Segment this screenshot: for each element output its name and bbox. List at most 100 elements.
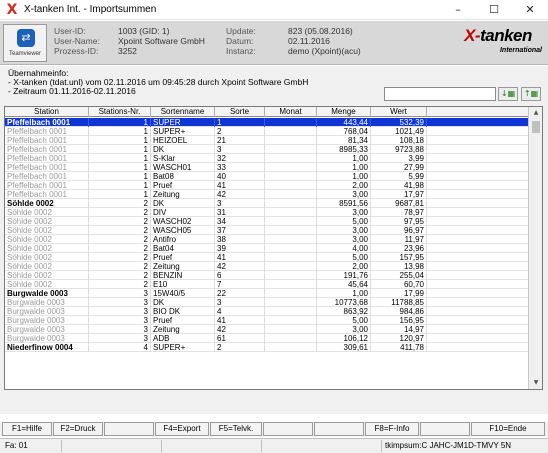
table-row[interactable]: Söhlde 0002 2 E10 7 45,64 60,70: [5, 280, 528, 289]
f7-empty-key: [314, 422, 364, 436]
table-row[interactable]: Burgwalde 0003 3 BIO DK 4 863,92 984,86: [5, 307, 528, 316]
cell-name: SUPER+: [151, 343, 215, 352]
cell-name: SUPER: [151, 118, 215, 127]
app-icon[interactable]: X: [4, 2, 20, 18]
date-value: 02.11.2016: [288, 36, 330, 46]
cell-station: Söhlde 0002: [5, 226, 89, 235]
scroll-thumb[interactable]: [532, 121, 540, 133]
status-empty-1: [62, 440, 162, 452]
search-input[interactable]: [384, 87, 496, 101]
cell-monat: [265, 280, 317, 289]
cell-sorte: 61: [215, 334, 265, 343]
f5-telvk-button[interactable]: F5=Telvk.: [210, 422, 262, 436]
scroll-down-icon[interactable]: ▼: [529, 377, 542, 389]
search-up-button[interactable]: ↑▦: [521, 87, 541, 101]
col-sorte[interactable]: Sorte: [215, 107, 265, 117]
instance-value: demo (Xpoint)(acu): [288, 46, 361, 56]
table-row[interactable]: Burgwalde 0003 3 ADB 61 106,12 120,97: [5, 334, 528, 343]
cell-nr: 1: [89, 145, 151, 154]
table-row[interactable]: Pfeffelbach 0001 1 SUPER+ 2 768,04 1021,49: [5, 127, 528, 136]
x-tanken-logo: X-tanken International: [452, 26, 544, 60]
f2-print-button[interactable]: F2=Druck: [53, 422, 103, 436]
col-station[interactable]: Station: [5, 107, 89, 117]
scroll-up-icon[interactable]: ▲: [529, 107, 542, 119]
maximize-button[interactable]: ☐: [476, 0, 512, 20]
cell-nr: 1: [89, 190, 151, 199]
cell-menge: 3,00: [317, 190, 371, 199]
cell-menge: 1,00: [317, 172, 371, 181]
cell-menge: 443,44: [317, 118, 371, 127]
col-sortenname[interactable]: Sortenname: [151, 107, 215, 117]
cell-nr: 3: [89, 298, 151, 307]
f10-exit-button[interactable]: F10=Ende: [471, 422, 545, 436]
table-row[interactable]: Pfeffelbach 0001 1 S-Klar 32 1,00 3,99: [5, 154, 528, 163]
cell-wert: 411,78: [371, 343, 427, 352]
cell-wert: 78,97: [371, 208, 427, 217]
close-button[interactable]: ✕: [512, 0, 548, 20]
cell-menge: 863,92: [317, 307, 371, 316]
cell-station: Burgwalde 0003: [5, 325, 89, 334]
cell-sorte: 1: [215, 118, 265, 127]
table-row[interactable]: Pfeffelbach 0001 1 HEIZOEL 21 81,34 108,18: [5, 136, 528, 145]
cell-station: Pfeffelbach 0001: [5, 136, 89, 145]
cell-sorte: 41: [215, 253, 265, 262]
cell-wert: 9723,88: [371, 145, 427, 154]
table-row[interactable]: Burgwalde 0003 3 DK 3 10773,68 11788,85: [5, 298, 528, 307]
table-row[interactable]: Söhlde 0002 2 WASCH05 37 3,00 96,97: [5, 226, 528, 235]
cell-monat: [265, 271, 317, 280]
cell-station: Burgwalde 0003: [5, 307, 89, 316]
cell-nr: 1: [89, 163, 151, 172]
table-row[interactable]: Niederfinow 0004 4 SUPER+ 2 309,61 411,78: [5, 343, 528, 352]
logo-subtitle: International: [499, 47, 542, 54]
col-menge[interactable]: Menge: [317, 107, 371, 117]
col-monat[interactable]: Monat: [265, 107, 317, 117]
table-row[interactable]: Söhlde 0002 2 Pruef 41 5,00 157,95: [5, 253, 528, 262]
cell-name: Zeitung: [151, 190, 215, 199]
cell-sorte: 32: [215, 154, 265, 163]
cell-monat: [265, 289, 317, 298]
cell-name: Bat08: [151, 172, 215, 181]
cell-menge: 45,64: [317, 280, 371, 289]
table-row[interactable]: Burgwalde 0003 3 Zeitung 42 3,00 14,97: [5, 325, 528, 334]
table-row[interactable]: Pfeffelbach 0001 1 Pruef 41 2,00 41,98: [5, 181, 528, 190]
search-down-button[interactable]: ↓▦: [498, 87, 518, 101]
col-wert[interactable]: Wert: [371, 107, 427, 117]
vertical-scrollbar[interactable]: ▲ ▼: [528, 107, 542, 389]
cell-nr: 2: [89, 208, 151, 217]
table-row[interactable]: Söhlde 0002 2 DIV 31 3,00 78,97: [5, 208, 528, 217]
logo-prefix: X-: [464, 26, 481, 45]
cell-menge: 81,34: [317, 136, 371, 145]
cell-sorte: 38: [215, 235, 265, 244]
table-row[interactable]: Söhlde 0002 2 WASCH02 34 5,00 97,95: [5, 217, 528, 226]
summary-table[interactable]: Station Stations-Nr. Sortenname Sorte Mo…: [4, 106, 543, 390]
teamviewer-button[interactable]: ⇄ Teamviewer: [3, 24, 47, 62]
window-title: X-tanken Int. - Importsummen: [24, 4, 157, 15]
cell-nr: 2: [89, 271, 151, 280]
cell-monat: [265, 127, 317, 136]
cell-nr: 1: [89, 136, 151, 145]
cell-menge: 106,12: [317, 334, 371, 343]
cell-station: Pfeffelbach 0001: [5, 190, 89, 199]
f9-empty-key: [420, 422, 470, 436]
table-row[interactable]: Burgwalde 0003 3 Pruef 41 5,00 156,95: [5, 316, 528, 325]
cell-name: Pruef: [151, 316, 215, 325]
table-row[interactable]: Söhlde 0002 2 DK 3 8591,56 9687,81: [5, 199, 528, 208]
table-row[interactable]: Burgwalde 0003 3 15W40/5 22 1,00 17,99: [5, 289, 528, 298]
table-row[interactable]: Söhlde 0002 2 BENZIN 6 191,76 255,04: [5, 271, 528, 280]
col-station-nr[interactable]: Stations-Nr.: [89, 107, 151, 117]
table-row[interactable]: Pfeffelbach 0001 1 Zeitung 42 3,00 17,97: [5, 190, 528, 199]
table-row[interactable]: Pfeffelbach 0001 1 WASCH01 33 1,00 27,99: [5, 163, 528, 172]
table-row[interactable]: Pfeffelbach 0001 1 SUPER 1 443,44 532,39: [5, 118, 528, 127]
f8-finfo-button[interactable]: F8=F-Info: [365, 422, 419, 436]
minimize-button[interactable]: –: [440, 0, 476, 20]
table-row[interactable]: Pfeffelbach 0001 1 DK 3 8985,33 9723,88: [5, 145, 528, 154]
table-row[interactable]: Söhlde 0002 2 Antifro 38 3,00 11,97: [5, 235, 528, 244]
f4-export-button[interactable]: F4=Export: [155, 422, 209, 436]
f1-help-button[interactable]: F1=Hilfe: [2, 422, 52, 436]
table-row[interactable]: Söhlde 0002 2 Bat04 39 4,00 23,96: [5, 244, 528, 253]
cell-wert: 60,70: [371, 280, 427, 289]
table-row[interactable]: Söhlde 0002 2 Zeitung 42 2,00 13,98: [5, 262, 528, 271]
cell-menge: 768,04: [317, 127, 371, 136]
cell-nr: 2: [89, 217, 151, 226]
table-row[interactable]: Pfeffelbach 0001 1 Bat08 40 1,00 5,99: [5, 172, 528, 181]
